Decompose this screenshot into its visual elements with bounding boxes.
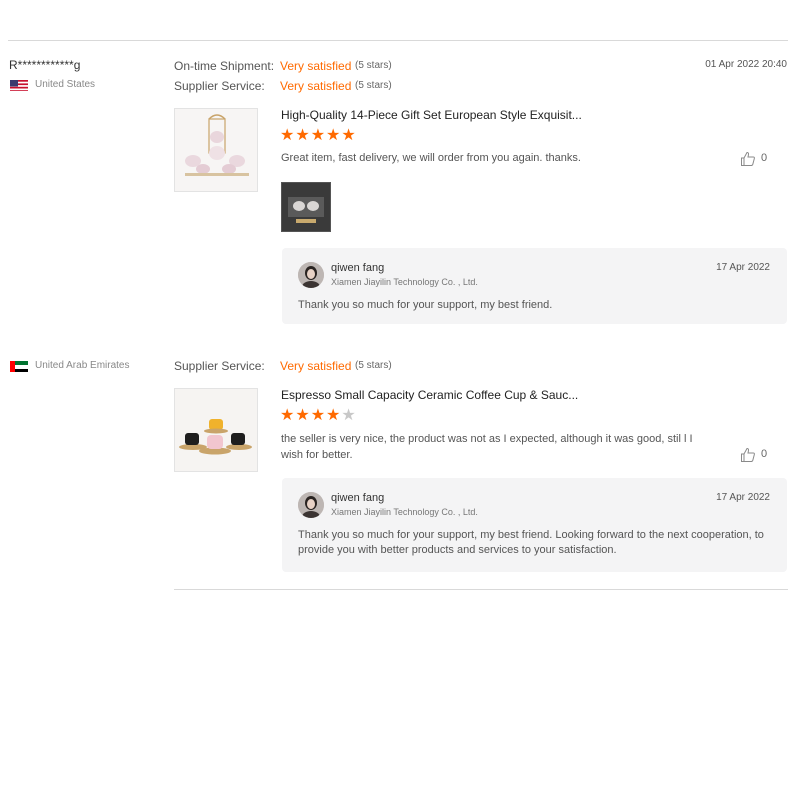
star-rating: ★★★★★ [280, 128, 357, 144]
reply-text: Thank you so much for your support, my b… [298, 529, 764, 556]
star-rating: ★★★★★ [280, 408, 357, 424]
star-icon: ★ [295, 407, 311, 424]
rating-label-service: Supplier Service: [174, 359, 265, 373]
reply-date: 17 Apr 2022 [716, 492, 770, 503]
star-icon: ★ [280, 407, 296, 424]
like-button[interactable]: 0 [740, 151, 780, 169]
review-item: United Arab Emirates Supplier Service: V… [0, 358, 800, 588]
star-icon: ★ [341, 127, 357, 144]
seller-avatar [298, 492, 324, 518]
reviewer-name: R************g [9, 58, 81, 72]
rating-value-service: Very satisfied [280, 359, 352, 373]
review-photo[interactable] [281, 182, 331, 232]
rating-stars-shipment: (5 stars) [355, 60, 392, 71]
reply-company: Xiamen Jiayilin Technology Co. , Ltd. [331, 277, 478, 287]
product-thumbnail[interactable] [174, 388, 258, 472]
us-flag-icon [10, 79, 28, 91]
rating-stars-service: (5 stars) [355, 360, 392, 371]
review-date: 01 Apr 2022 20:40 [705, 59, 787, 70]
reply-text: Thank you so much for your support, my b… [298, 299, 553, 311]
seller-avatar [298, 262, 324, 288]
reply-author-name: qiwen fang [331, 492, 385, 504]
reply-author-name: qiwen fang [331, 262, 385, 274]
star-icon: ★ [326, 407, 342, 424]
thumbs-up-icon [741, 447, 755, 462]
rating-value-service: Very satisfied [280, 79, 352, 93]
review-comment: the seller is very nice, the product was… [281, 433, 693, 461]
star-icon: ★ [280, 127, 296, 144]
product-title-link[interactable]: High-Quality 14-Piece Gift Set European … [281, 108, 582, 122]
reply-date: 17 Apr 2022 [716, 262, 770, 273]
review-divider [174, 340, 788, 341]
uae-flag-icon [10, 360, 28, 372]
review-comment: Great item, fast delivery, we will order… [281, 152, 581, 164]
like-count: 0 [761, 152, 768, 164]
top-divider [8, 40, 788, 41]
rating-value-shipment: Very satisfied [280, 59, 352, 73]
rating-label-service: Supplier Service: [174, 79, 265, 93]
reviewer-country: United Arab Emirates [35, 360, 130, 371]
product-title-link[interactable]: Espresso Small Capacity Ceramic Coffee C… [281, 388, 578, 402]
rating-label-shipment: On-time Shipment: [174, 59, 275, 73]
star-icon: ★ [310, 407, 327, 424]
star-empty-icon: ★ [341, 407, 357, 424]
bottom-divider [174, 589, 788, 590]
rating-stars-service: (5 stars) [355, 80, 392, 91]
product-thumbnail[interactable] [174, 108, 258, 192]
thumbs-up-icon [741, 151, 755, 166]
review-item: R************g United States On-time Shi… [0, 58, 800, 328]
seller-reply: qiwen fang Xiamen Jiayilin Technology Co… [282, 478, 787, 572]
star-icon: ★ [326, 127, 342, 144]
star-icon: ★ [310, 127, 327, 144]
star-icon: ★ [295, 127, 311, 144]
seller-reply: qiwen fang Xiamen Jiayilin Technology Co… [282, 248, 787, 324]
like-count: 0 [761, 448, 768, 460]
reviewer-country: United States [35, 79, 96, 90]
reply-company: Xiamen Jiayilin Technology Co. , Ltd. [331, 507, 478, 517]
like-button[interactable]: 0 [740, 447, 780, 465]
